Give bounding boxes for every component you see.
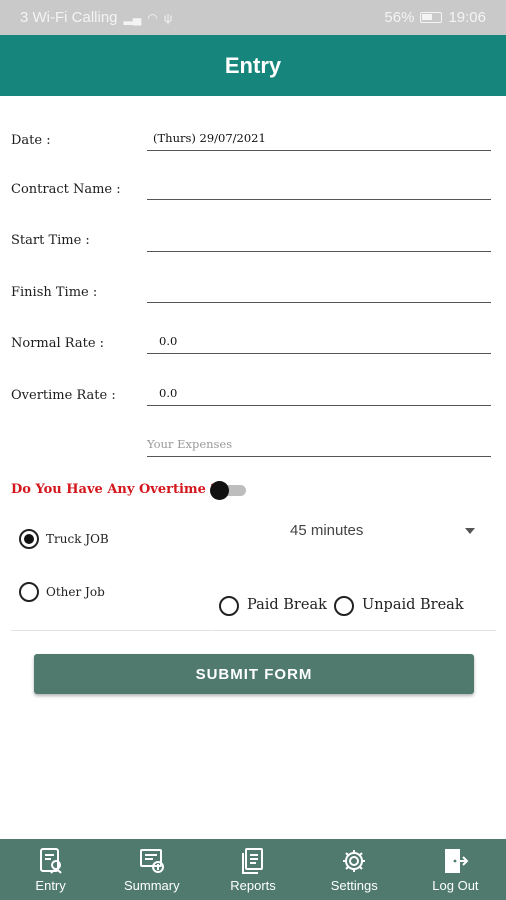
divider (11, 630, 211, 631)
normal-rate-label: Normal Rate : (11, 336, 105, 351)
bottom-nav: Entry Summary Reports Settings Log Out (0, 839, 506, 900)
nav-item-summary[interactable]: Summary (101, 839, 202, 900)
truck-job-label[interactable]: Truck JOB (46, 532, 109, 546)
nav-item-logout[interactable]: Log Out (405, 839, 506, 900)
wifi-icon: ◠ (147, 10, 158, 25)
nav-label-logout: Log Out (432, 878, 479, 893)
carrier-text: 3 Wi-Fi Calling (20, 9, 118, 26)
divider (212, 630, 496, 631)
finish-time-field[interactable] (147, 281, 491, 303)
status-bar: 3 Wi-Fi Calling ▂▄ ◠ ψ 56% 19:06 (0, 0, 506, 35)
status-right: 56% 19:06 (384, 9, 486, 26)
other-job-radio[interactable] (19, 582, 39, 602)
normal-rate-field[interactable]: 0.0 (147, 332, 491, 354)
battery-icon (420, 12, 443, 23)
status-left: 3 Wi-Fi Calling ▂▄ ◠ ψ (20, 9, 172, 26)
break-duration-dropdown[interactable]: 45 minutes (290, 520, 480, 544)
reports-icon (239, 847, 267, 875)
paid-break-label[interactable]: Paid Break (247, 597, 327, 613)
finish-time-label: Finish Time : (11, 285, 98, 300)
battery-percent: 56% (384, 9, 415, 26)
settings-icon (340, 847, 368, 875)
page-title: Entry (224, 52, 282, 78)
summary-icon (138, 847, 166, 875)
expenses-field[interactable]: Your Expenses (147, 435, 491, 457)
other-job-label[interactable]: Other Job (46, 585, 105, 599)
contract-name-field[interactable] (147, 178, 491, 200)
overtime-rate-field[interactable]: 0.0 (147, 384, 491, 406)
entry-icon (37, 847, 65, 875)
overtime-rate-label: Overtime Rate : (11, 388, 116, 403)
start-time-label: Start Time : (11, 233, 90, 248)
nav-item-settings[interactable]: Settings (304, 839, 405, 900)
date-field[interactable]: (Thurs) 29/07/2021 (147, 129, 491, 151)
nav-label-entry: Entry (35, 878, 66, 893)
app-bar: Entry (0, 35, 506, 96)
signal-icon: ▂▄ (123, 10, 142, 25)
nav-label-summary: Summary (123, 878, 180, 893)
contract-name-label: Contract Name : (11, 182, 121, 197)
break-duration-value: 45 minutes (290, 522, 364, 539)
clock: 19:06 (448, 9, 486, 26)
unpaid-break-radio[interactable] (334, 596, 354, 616)
start-time-field[interactable] (147, 230, 491, 252)
unpaid-break-label[interactable]: Unpaid Break (362, 597, 464, 613)
usb-icon: ψ (163, 10, 173, 25)
nav-item-entry[interactable]: Entry (0, 839, 101, 900)
toggle-knob (210, 481, 229, 500)
chevron-down-icon (465, 528, 475, 534)
nav-item-reports[interactable]: Reports (202, 839, 303, 900)
logout-icon (441, 847, 469, 875)
paid-break-radio[interactable] (219, 596, 239, 616)
nav-label-settings: Settings (330, 878, 378, 893)
nav-label-reports: Reports (230, 878, 276, 893)
overtime-question: Do You Have Any Overtime ? (11, 482, 219, 497)
truck-job-radio[interactable] (19, 529, 39, 549)
submit-form-button[interactable]: SUBMIT FORM (34, 654, 474, 694)
overtime-toggle[interactable] (210, 481, 246, 500)
date-label: Date : (11, 133, 51, 148)
